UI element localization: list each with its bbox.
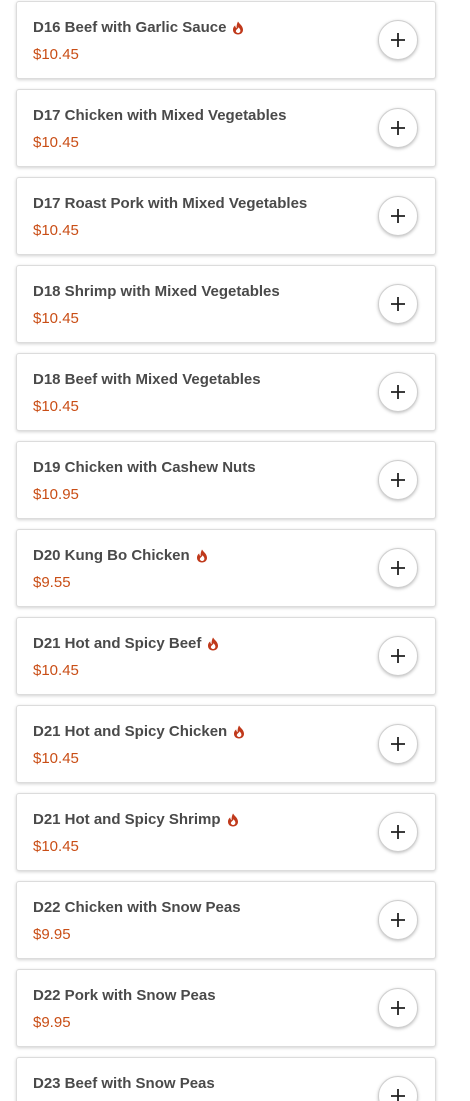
item-name-row: D21 Hot and Spicy Beef xyxy=(33,635,219,652)
item-name: D17 Roast Pork with Mixed Vegetables xyxy=(33,195,308,212)
menu-item[interactable]: D19 Chicken with Cashew Nuts $10.95 xyxy=(16,441,436,519)
item-name: D18 Shrimp with Mixed Vegetables xyxy=(33,283,280,300)
menu-item[interactable]: D22 Pork with Snow Peas $9.95 xyxy=(16,969,436,1047)
plus-icon xyxy=(391,385,405,399)
item-name: D20 Kung Bo Chicken xyxy=(33,547,190,564)
add-item-button[interactable] xyxy=(378,636,418,676)
item-name-row: D18 Beef with Mixed Vegetables xyxy=(33,371,261,388)
flame-icon xyxy=(232,21,244,35)
menu-item[interactable]: D21 Hot and Spicy Chicken $10.45 xyxy=(16,705,436,783)
item-price: $10.45 xyxy=(33,46,79,63)
plus-icon xyxy=(391,737,405,751)
add-item-button[interactable] xyxy=(378,988,418,1028)
item-name-row: D17 Roast Pork with Mixed Vegetables xyxy=(33,195,307,212)
menu-item[interactable]: D18 Beef with Mixed Vegetables $10.45 xyxy=(16,353,436,431)
menu-item[interactable]: D17 Chicken with Mixed Vegetables $10.45 xyxy=(16,89,436,167)
item-name: D22 Pork with Snow Peas xyxy=(33,987,216,1004)
item-name: D18 Beef with Mixed Vegetables xyxy=(33,371,261,388)
plus-icon xyxy=(391,33,405,47)
add-item-button[interactable] xyxy=(378,724,418,764)
flame-icon xyxy=(227,813,239,827)
add-item-button[interactable] xyxy=(378,1076,418,1101)
plus-icon xyxy=(391,825,405,839)
item-name: D21 Hot and Spicy Chicken xyxy=(33,723,228,740)
item-price: $10.45 xyxy=(33,662,79,679)
item-name: D16 Beef with Garlic Sauce xyxy=(33,19,227,36)
item-name-row: D22 Pork with Snow Peas xyxy=(33,987,216,1004)
item-name-row: D20 Kung Bo Chicken xyxy=(33,547,208,564)
item-price: $10.45 xyxy=(33,134,79,151)
item-price: $10.45 xyxy=(33,222,79,239)
add-item-button[interactable] xyxy=(378,900,418,940)
item-name-row: D23 Beef with Snow Peas xyxy=(33,1075,215,1092)
item-name: D19 Chicken with Cashew Nuts xyxy=(33,459,256,476)
item-name-row: D16 Beef with Garlic Sauce xyxy=(33,19,244,36)
plus-icon xyxy=(391,1089,405,1101)
add-item-button[interactable] xyxy=(378,460,418,500)
item-name-row: D19 Chicken with Cashew Nuts xyxy=(33,459,256,476)
item-name: D17 Chicken with Mixed Vegetables xyxy=(33,107,287,124)
add-item-button[interactable] xyxy=(378,196,418,236)
item-price: $10.45 xyxy=(33,310,79,327)
add-item-button[interactable] xyxy=(378,20,418,60)
add-item-button[interactable] xyxy=(378,284,418,324)
item-name: D21 Hot and Spicy Shrimp xyxy=(33,811,221,828)
item-name: D22 Chicken with Snow Peas xyxy=(33,899,241,916)
menu-item[interactable]: D23 Beef with Snow Peas xyxy=(16,1057,436,1101)
plus-icon xyxy=(391,473,405,487)
menu-item[interactable]: D17 Roast Pork with Mixed Vegetables $10… xyxy=(16,177,436,255)
item-price: $9.95 xyxy=(33,1014,71,1031)
item-name: D21 Hot and Spicy Beef xyxy=(33,635,202,652)
item-name-row: D21 Hot and Spicy Shrimp xyxy=(33,811,239,828)
item-name-row: D18 Shrimp with Mixed Vegetables xyxy=(33,283,280,300)
item-name-row: D17 Chicken with Mixed Vegetables xyxy=(33,107,286,124)
menu-item[interactable]: D21 Hot and Spicy Beef $10.45 xyxy=(16,617,436,695)
menu-item[interactable]: D16 Beef with Garlic Sauce $10.45 xyxy=(16,1,436,79)
menu-item-list: D16 Beef with Garlic Sauce $10.45 D17 Ch… xyxy=(0,0,470,1101)
plus-icon xyxy=(391,1001,405,1015)
item-name-row: D21 Hot and Spicy Chicken xyxy=(33,723,245,740)
add-item-button[interactable] xyxy=(378,812,418,852)
item-price: $9.95 xyxy=(33,926,71,943)
flame-icon xyxy=(196,549,208,563)
add-item-button[interactable] xyxy=(378,108,418,148)
item-price: $10.45 xyxy=(33,838,79,855)
item-name-row: D22 Chicken with Snow Peas xyxy=(33,899,241,916)
flame-icon xyxy=(233,725,245,739)
add-item-button[interactable] xyxy=(378,548,418,588)
plus-icon xyxy=(391,561,405,575)
plus-icon xyxy=(391,649,405,663)
item-price: $10.95 xyxy=(33,486,79,503)
plus-icon xyxy=(391,209,405,223)
item-price: $10.45 xyxy=(33,750,79,767)
plus-icon xyxy=(391,913,405,927)
menu-item[interactable]: D20 Kung Bo Chicken $9.55 xyxy=(16,529,436,607)
item-price: $9.55 xyxy=(33,574,71,591)
menu-item[interactable]: D22 Chicken with Snow Peas $9.95 xyxy=(16,881,436,959)
item-price: $10.45 xyxy=(33,398,79,415)
plus-icon xyxy=(391,121,405,135)
flame-icon xyxy=(207,637,219,651)
menu-item[interactable]: D18 Shrimp with Mixed Vegetables $10.45 xyxy=(16,265,436,343)
item-name: D23 Beef with Snow Peas xyxy=(33,1075,215,1092)
plus-icon xyxy=(391,297,405,311)
add-item-button[interactable] xyxy=(378,372,418,412)
menu-item[interactable]: D21 Hot and Spicy Shrimp $10.45 xyxy=(16,793,436,871)
